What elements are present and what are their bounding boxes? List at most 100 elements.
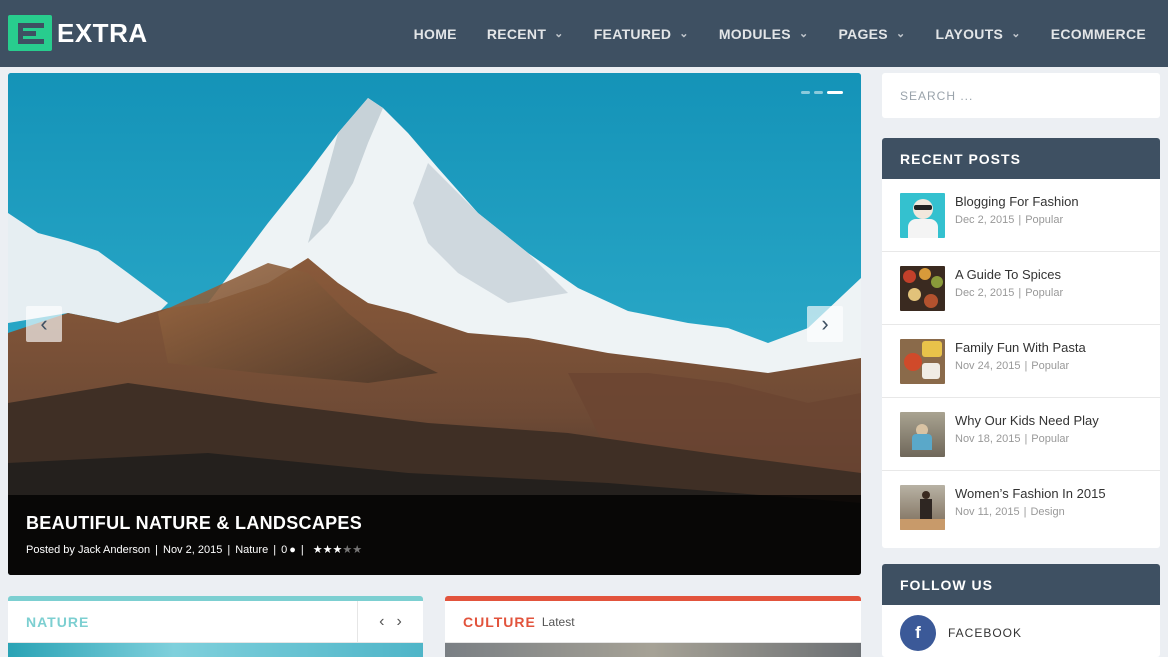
post-title[interactable]: Family Fun With Pasta bbox=[955, 340, 1086, 355]
meta-separator: | bbox=[155, 543, 158, 556]
post-date: Dec 2, 2015 bbox=[955, 287, 1015, 299]
follow-us-widget: FOLLOW US f FACEBOOK bbox=[882, 564, 1160, 657]
post-thumbnail[interactable] bbox=[900, 485, 945, 530]
nav-pages[interactable]: PAGES ⌄ bbox=[838, 26, 905, 42]
comment-icon: ● bbox=[289, 543, 296, 556]
nav-recent-label: RECENT bbox=[486, 25, 547, 42]
nav-pages-label: PAGES bbox=[838, 25, 888, 42]
module-image[interactable] bbox=[8, 643, 423, 657]
post-meta: Nov 11, 2015 | Design bbox=[955, 506, 1065, 518]
module-carousel-nav: ‹ › bbox=[357, 601, 423, 643]
widget-title: FOLLOW US bbox=[882, 564, 1160, 605]
post-date: Nov 11, 2015 bbox=[955, 506, 1020, 518]
slide-author[interactable]: Jack Anderson bbox=[78, 544, 150, 556]
post-meta: Dec 2, 2015 | Popular bbox=[955, 287, 1064, 299]
meta-separator: | bbox=[300, 543, 304, 556]
post-category[interactable]: Popular bbox=[1025, 287, 1063, 299]
nav-modules-label: MODULES bbox=[718, 25, 791, 42]
chevron-left-icon: ‹ bbox=[40, 311, 48, 336]
slide-dot[interactable] bbox=[814, 91, 823, 94]
module-subtitle: Latest bbox=[541, 614, 575, 629]
post-thumbnail[interactable] bbox=[900, 339, 945, 384]
list-item[interactable]: Family Fun With Pasta Nov 24, 2015 | Popul… bbox=[882, 325, 1160, 398]
chevron-down-icon: ⌄ bbox=[554, 28, 564, 40]
chevron-down-icon: ⌄ bbox=[1011, 28, 1021, 40]
facebook-icon[interactable]: f bbox=[900, 615, 936, 651]
star-empty-icon: ★ bbox=[342, 544, 353, 556]
logo-mark-icon bbox=[8, 15, 52, 51]
list-item[interactable]: A Guide To Spices Dec 2, 2015 | Popular bbox=[882, 252, 1160, 325]
post-category[interactable]: Popular bbox=[1031, 433, 1069, 445]
slide-dot-active[interactable] bbox=[827, 91, 843, 94]
post-category[interactable]: Popular bbox=[1031, 360, 1069, 372]
post-thumbnail[interactable] bbox=[900, 193, 945, 238]
search-box bbox=[882, 73, 1160, 118]
slider-prev-button[interactable]: ‹ bbox=[26, 306, 62, 342]
module-image[interactable] bbox=[445, 643, 861, 657]
nav-layouts[interactable]: LAYOUTS ⌄ bbox=[935, 26, 1020, 42]
slide-comment-count[interactable]: 0 bbox=[281, 544, 287, 556]
module-title[interactable]: CULTURE bbox=[463, 614, 536, 630]
nature-module: NATURE ‹ › bbox=[8, 596, 423, 657]
module-header: CULTURE Latest bbox=[445, 601, 861, 643]
list-item[interactable]: Women’s Fashion In 2015 Nov 11, 2015 | Des… bbox=[882, 471, 1160, 544]
nav-modules[interactable]: MODULES ⌄ bbox=[719, 26, 809, 42]
post-title[interactable]: Blogging For Fashion bbox=[955, 194, 1079, 209]
social-link-facebook[interactable]: f FACEBOOK bbox=[882, 605, 1160, 657]
rating-stars: ★★★★★ bbox=[313, 543, 362, 556]
module-title[interactable]: NATURE bbox=[26, 614, 89, 630]
slider-pagination bbox=[801, 91, 843, 94]
star-empty-icon: ★ bbox=[352, 544, 363, 556]
featured-slider[interactable]: ‹ › BEAUTIFUL NATURE & LANDSCAPES Posted… bbox=[8, 73, 861, 575]
post-thumbnail[interactable] bbox=[900, 412, 945, 457]
chevron-right-icon: › bbox=[821, 311, 829, 336]
post-category[interactable]: Design bbox=[1030, 506, 1064, 518]
slide-caption: BEAUTIFUL NATURE & LANDSCAPES Posted by … bbox=[8, 495, 861, 575]
star-full-icon: ★ bbox=[312, 544, 323, 556]
post-title[interactable]: Women’s Fashion In 2015 bbox=[955, 486, 1106, 501]
post-title[interactable]: Why Our Kids Need Play bbox=[955, 413, 1099, 428]
chevron-right-icon[interactable]: › bbox=[397, 613, 402, 631]
star-half-icon: ★ bbox=[332, 544, 343, 556]
logo-text: EXTRA bbox=[57, 17, 148, 48]
post-title[interactable]: A Guide To Spices bbox=[955, 267, 1063, 282]
site-logo[interactable]: EXTRA bbox=[8, 15, 148, 51]
post-date: Nov 24, 2015 bbox=[955, 360, 1021, 372]
culture-module: CULTURE Latest bbox=[445, 596, 861, 657]
nav-ecommerce[interactable]: ECOMMERCE bbox=[1051, 26, 1146, 42]
meta-separator: | bbox=[227, 543, 231, 556]
search-input[interactable] bbox=[900, 88, 1142, 103]
nav-layouts-label: LAYOUTS bbox=[935, 25, 1004, 42]
slide-category[interactable]: Nature bbox=[235, 544, 268, 556]
nav-featured-label: FEATURED bbox=[593, 25, 672, 42]
post-meta: Nov 24, 2015 | Popular bbox=[955, 360, 1070, 372]
meta-separator: | bbox=[273, 543, 277, 556]
slider-next-button[interactable]: › bbox=[807, 306, 843, 342]
recent-posts-widget: RECENT POSTS Blogging For Fashion Dec 2,… bbox=[882, 138, 1160, 548]
nav-home[interactable]: HOME bbox=[414, 26, 457, 42]
list-item[interactable]: Blogging For Fashion Dec 2, 2015 | Popular bbox=[882, 179, 1160, 252]
list-item[interactable]: Why Our Kids Need Play Nov 18, 2015 | Popu… bbox=[882, 398, 1160, 471]
social-label[interactable]: FACEBOOK bbox=[948, 626, 1022, 640]
posted-by-prefix: Posted by bbox=[26, 543, 75, 556]
post-date: Nov 18, 2015 bbox=[955, 433, 1021, 445]
chevron-left-icon[interactable]: ‹ bbox=[379, 613, 384, 631]
chevron-down-icon: ⌄ bbox=[679, 28, 689, 40]
site-header: EXTRA HOME RECENT ⌄ FEATURED ⌄ MODULES ⌄ PA… bbox=[0, 0, 1168, 67]
chevron-down-icon: ⌄ bbox=[798, 28, 809, 40]
chevron-down-icon: ⌄ bbox=[895, 28, 906, 40]
slide-dot[interactable] bbox=[801, 91, 810, 94]
post-meta: Dec 2, 2015 | Popular bbox=[955, 214, 1064, 226]
post-date: Dec 2, 2015 bbox=[955, 214, 1015, 226]
slide-title[interactable]: BEAUTIFUL NATURE & LANDSCAPES bbox=[26, 513, 843, 534]
nav-recent[interactable]: RECENT ⌄ bbox=[487, 26, 564, 42]
star-full-icon: ★ bbox=[322, 544, 333, 556]
slide-meta: Posted by Jack Anderson | Nov 2, 2015 | … bbox=[26, 543, 843, 557]
post-thumbnail[interactable] bbox=[900, 266, 945, 311]
post-category[interactable]: Popular bbox=[1025, 214, 1063, 226]
slide-date: Nov 2, 2015 bbox=[163, 543, 223, 556]
main-nav: HOME RECENT ⌄ FEATURED ⌄ MODULES ⌄ PAGES ⌄ L… bbox=[414, 0, 1168, 67]
nav-home-label: HOME bbox=[413, 25, 457, 42]
nav-featured[interactable]: FEATURED ⌄ bbox=[594, 26, 689, 42]
widget-title: RECENT POSTS bbox=[882, 138, 1160, 179]
